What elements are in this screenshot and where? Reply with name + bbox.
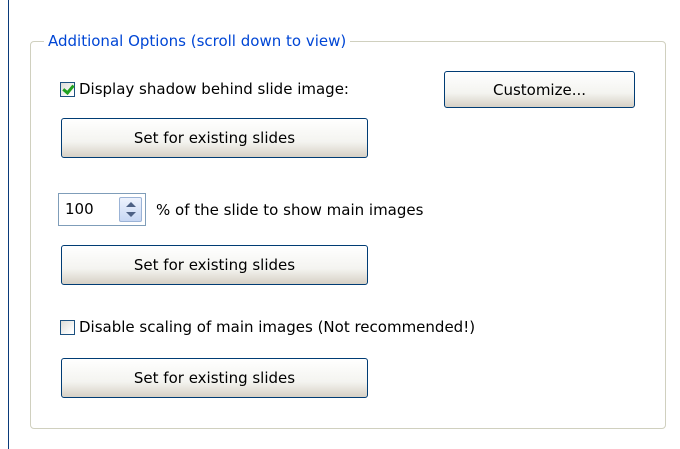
disable-scaling-checkbox-label: Disable scaling of main images (Not reco… xyxy=(79,318,476,336)
shadow-option[interactable]: Display shadow behind slide image: xyxy=(60,80,349,98)
main-images-percent-label: % of the slide to show main images xyxy=(156,201,424,219)
shadow-checkbox-label: Display shadow behind slide image: xyxy=(79,80,349,98)
scaling-set-existing-slides-button[interactable]: Set for existing slides xyxy=(61,358,368,398)
disable-scaling-option[interactable]: Disable scaling of main images (Not reco… xyxy=(60,318,475,336)
main-images-set-existing-slides-button[interactable]: Set for existing slides xyxy=(61,245,368,285)
disable-scaling-checkbox[interactable] xyxy=(60,319,75,335)
shadow-set-existing-slides-button[interactable]: Set for existing slides xyxy=(61,118,368,158)
main-images-percent-value[interactable]: 100 xyxy=(65,200,94,218)
spin-up-arrow-icon[interactable] xyxy=(126,202,136,207)
spinner-arrows[interactable] xyxy=(119,197,142,222)
group-title: Additional Options (scroll down to view) xyxy=(44,32,351,50)
customize-shadow-button[interactable]: Customize... xyxy=(444,71,635,108)
main-images-percent-spinner[interactable]: 100 xyxy=(58,193,146,226)
panel-left-edge xyxy=(8,0,9,449)
shadow-checkbox[interactable] xyxy=(60,81,75,97)
spin-down-arrow-icon[interactable] xyxy=(126,212,136,217)
